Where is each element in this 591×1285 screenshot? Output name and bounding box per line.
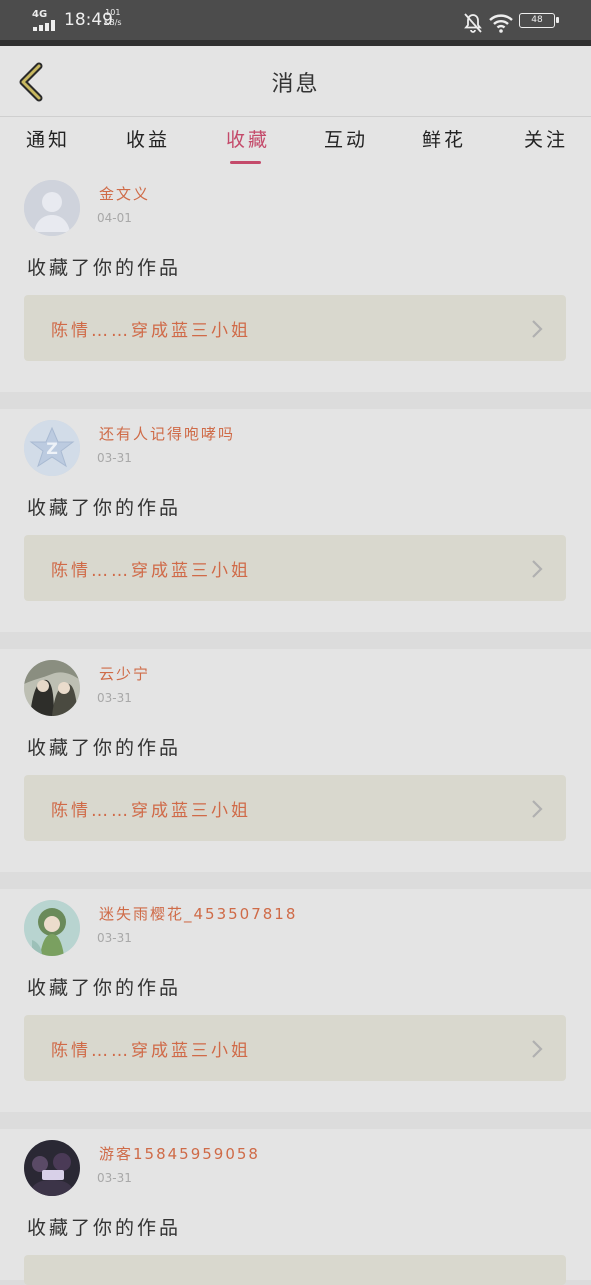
network-speed: 101 KB/s (104, 8, 122, 28)
chevron-right-icon (532, 560, 543, 578)
message-text: 收藏了你的作品 (27, 1217, 182, 1239)
chevron-right-icon (532, 1040, 543, 1058)
message-card: 游客15845959058 03-31 收藏了你的作品 (0, 1129, 591, 1285)
message-date: 04-01 (97, 211, 132, 225)
header: 消息 (0, 46, 591, 116)
message-date: 03-31 (97, 691, 132, 705)
message-card: 云少宁 03-31 收藏了你的作品 陈情……穿成蓝三小姐 (0, 649, 591, 872)
status-bar: 4G 18:49 101 KB/s 48 (0, 0, 591, 40)
message-text: 收藏了你的作品 (27, 977, 182, 999)
dark-photo-avatar[interactable] (24, 1140, 80, 1196)
user-name[interactable]: 金文义 (99, 183, 150, 204)
tab-flowers[interactable]: 鲜花 (422, 125, 466, 152)
message-date: 03-31 (97, 451, 132, 465)
work-title: 陈情……穿成蓝三小姐 (51, 1041, 251, 1061)
tab-interactions[interactable]: 互动 (324, 125, 368, 152)
user-name[interactable]: 还有人记得咆哮吗 (99, 423, 235, 444)
speed-value: 101 (105, 8, 121, 17)
battery-icon: 48 (519, 13, 559, 28)
tab-following[interactable]: 关注 (524, 125, 568, 152)
wifi-icon (489, 14, 513, 33)
network-type: 4G (32, 9, 48, 20)
work-title: 陈情……穿成蓝三小姐 (51, 801, 251, 821)
bell-muted-icon (464, 13, 482, 33)
work-link[interactable]: 陈情……穿成蓝三小姐 (24, 1015, 566, 1081)
tab-bar: 通知 收益 收藏 互动 鲜花 关注 (0, 117, 591, 169)
message-card: Z 还有人记得咆哮吗 03-31 收藏了你的作品 陈情……穿成蓝三小姐 (0, 409, 591, 632)
speed-unit: KB/s (104, 18, 122, 27)
message-text: 收藏了你的作品 (27, 497, 182, 519)
user-name[interactable]: 游客15845959058 (99, 1143, 260, 1164)
tab-favorites[interactable]: 收藏 (226, 125, 270, 152)
work-title: 陈情……穿成蓝三小姐 (51, 321, 251, 341)
tab-earnings[interactable]: 收益 (126, 125, 170, 152)
message-date: 03-31 (97, 1171, 132, 1185)
message-text: 收藏了你的作品 (27, 257, 182, 279)
tab-notifications[interactable]: 通知 (26, 125, 70, 152)
default-avatar-icon[interactable] (24, 180, 80, 236)
work-title: 陈情……穿成蓝三小姐 (51, 561, 251, 581)
work-link[interactable] (24, 1255, 566, 1285)
anime-pair-avatar[interactable] (24, 660, 80, 716)
star-z-avatar-icon[interactable]: Z (24, 420, 80, 476)
work-link[interactable]: 陈情……穿成蓝三小姐 (24, 295, 566, 361)
message-date: 03-31 (97, 931, 132, 945)
user-name[interactable]: 云少宁 (99, 663, 150, 684)
message-text: 收藏了你的作品 (27, 737, 182, 759)
anime-girl-avatar[interactable] (24, 900, 80, 956)
chevron-right-icon (532, 320, 543, 338)
work-link[interactable]: 陈情……穿成蓝三小姐 (24, 535, 566, 601)
svg-text:Z: Z (46, 439, 58, 458)
page-title: 消息 (271, 72, 320, 97)
message-card: 金文义 04-01 收藏了你的作品 陈情……穿成蓝三小姐 (0, 169, 591, 392)
user-name[interactable]: 迷失雨樱花_453507818 (99, 903, 297, 924)
work-link[interactable]: 陈情……穿成蓝三小姐 (24, 775, 566, 841)
signal-icon (33, 20, 57, 31)
message-card: 迷失雨樱花_453507818 03-31 收藏了你的作品 陈情……穿成蓝三小姐 (0, 889, 591, 1112)
chevron-right-icon (532, 800, 543, 818)
active-tab-indicator (230, 161, 261, 164)
